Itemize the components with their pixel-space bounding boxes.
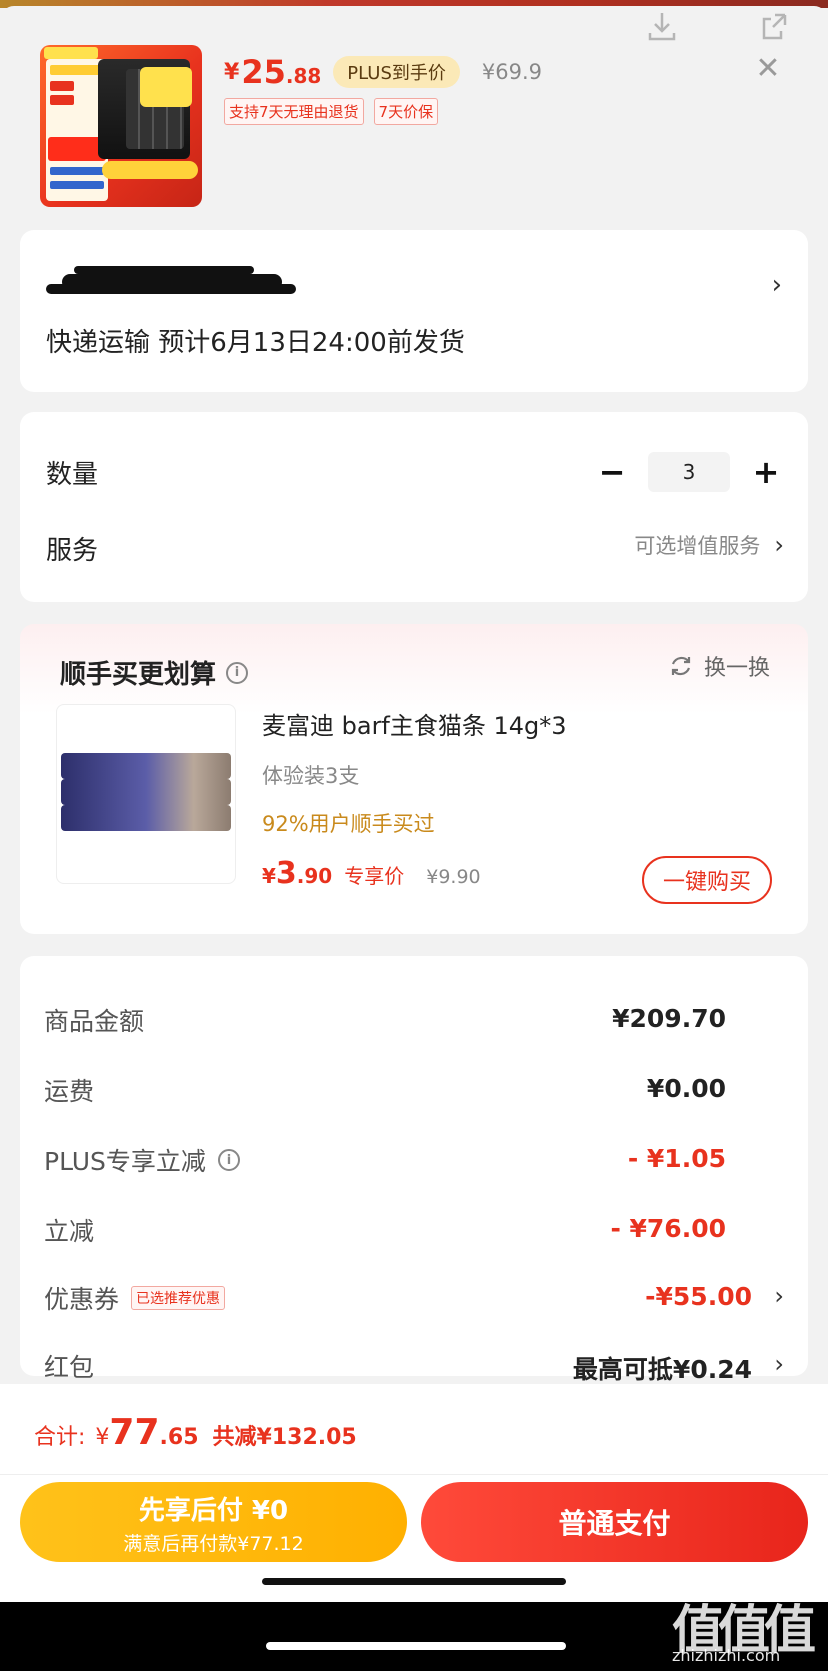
summary-row-plus-discount: PLUS专享立减 i - ¥1.05 [20, 1142, 808, 1182]
summary-value: ¥209.70 [612, 1004, 726, 1033]
sheet-top [0, 6, 828, 20]
total-decimal: .65 [159, 1425, 199, 1450]
summary-row-instant-discount: 立减 - ¥76.00 [20, 1212, 808, 1252]
summary-label: PLUS专享立减 i [44, 1142, 240, 1178]
order-total: 合计: ¥ 77 .65 共减¥132.05 [34, 1412, 357, 1453]
recommend-title-text: 顺手买更划算 [60, 660, 217, 690]
plus-price-badge: PLUS到手价 [333, 56, 460, 88]
summary-label: 红包 [44, 1353, 95, 1382]
recommend-card: 顺手买更划算 i 换一换 麦富迪 barf主食猫条 14g*3 体验装3支 92… [20, 624, 808, 934]
summary-row-goods: 商品金额 ¥209.70 [20, 1002, 808, 1042]
system-home-indicator [266, 1642, 566, 1650]
quantity-value[interactable]: 3 [648, 452, 730, 492]
home-indicator [262, 1578, 566, 1585]
price-protect-tag: 7天价保 [373, 98, 439, 125]
original-price: ¥69.9 [481, 60, 542, 84]
pay-later-button[interactable]: 先享后付 ¥0 满意后再付款¥77.12 [20, 1482, 407, 1562]
download-icon[interactable] [642, 6, 682, 46]
share-icon[interactable] [756, 6, 796, 46]
swap-label: 换一换 [703, 656, 770, 681]
recommend-price-integer: 3 [275, 856, 297, 891]
recommend-product-image[interactable] [56, 704, 236, 884]
service-selector[interactable]: 可选增值服务 › [634, 530, 784, 560]
redacted-address [44, 262, 296, 302]
summary-value: - ¥1.05 [627, 1144, 726, 1173]
return-policy-tag: 支持7天无理由退货 [224, 98, 364, 125]
checkout-bar: 合计: ¥ 77 .65 共减¥132.05 先享后付 ¥0 满意后再付款¥77… [0, 1384, 828, 1602]
service-label: 服务 [46, 536, 99, 566]
summary-label: 商品金额 [44, 1007, 145, 1036]
total-saved: 共减¥132.05 [212, 1425, 357, 1450]
recommend-product-name[interactable]: 麦富迪 barf主食猫条 14g*3 [262, 706, 567, 741]
event-badge [44, 47, 98, 59]
summary-label: 优惠券 已选推荐优惠 [44, 1280, 226, 1316]
service-tags: 支持7天无理由退货 7天价保 [224, 98, 439, 125]
refresh-icon [671, 656, 691, 676]
options-card: 数量 − 3 + 服务 可选增值服务 › [20, 412, 808, 602]
summary-label: 运费 [44, 1077, 95, 1106]
product-thumbnail[interactable] [40, 45, 202, 207]
swap-button[interactable]: 换一换 [668, 650, 770, 682]
summary-label-text: PLUS专享立减 [44, 1147, 206, 1176]
quantity-label: 数量 [46, 460, 99, 490]
promo-strip [102, 161, 198, 179]
recommend-price-label: 专享价 [344, 864, 405, 888]
shipping-estimate: 快递运输 预计6月13日24:00前发货 [46, 328, 465, 358]
price-symbol: ¥ [224, 59, 240, 85]
summary-row-shipping: 运费 ¥0.00 [20, 1072, 808, 1112]
total-integer: 77 [109, 1412, 160, 1453]
pay-later-title: 先享后付 ¥0 [138, 1496, 289, 1526]
close-icon[interactable]: ✕ [748, 48, 788, 88]
recommend-original-price: ¥9.90 [426, 866, 481, 888]
quantity-stepper[interactable]: − 3 + [592, 452, 786, 492]
chevron-right-icon: › [774, 531, 784, 559]
recommend-price-symbol: ¥ [262, 864, 276, 888]
plus-button[interactable]: + [746, 452, 786, 492]
info-icon[interactable]: i [226, 661, 249, 684]
total-label: 合计: [34, 1425, 86, 1450]
coupon-selected-tag: 已选推荐优惠 [131, 1286, 226, 1310]
normal-pay-button[interactable]: 普通支付 [421, 1482, 808, 1562]
summary-label-text: 优惠券 [44, 1285, 120, 1314]
price-decimal: .88 [285, 64, 322, 88]
promo-tag [140, 67, 192, 107]
minus-button[interactable]: − [592, 452, 632, 492]
price-summary-card: 商品金额 ¥209.70 运费 ¥0.00 PLUS专享立减 i - ¥1.05… [20, 956, 808, 1384]
service-value: 可选增值服务 [634, 534, 761, 558]
summary-value: - ¥76.00 [610, 1214, 726, 1243]
price-row: ¥ 25 .88 PLUS到手价 ¥69.9 [224, 52, 542, 92]
address-card[interactable]: › 快递运输 预计6月13日24:00前发货 [20, 230, 808, 392]
one-click-buy-button[interactable]: 一键购买 [642, 856, 772, 904]
summary-row-coupon[interactable]: 优惠券 已选推荐优惠 -¥55.00 › [20, 1280, 808, 1320]
summary-value: 最高可抵¥0.24 [572, 1355, 752, 1384]
recommend-product-spec: 体验装3支 [262, 764, 360, 788]
info-icon[interactable]: i [217, 1149, 240, 1171]
total-symbol: ¥ [95, 1425, 110, 1450]
price-integer: 25 [241, 53, 286, 91]
watermark-url: zhizhizhi.com [672, 1646, 781, 1665]
summary-label: 立减 [44, 1217, 95, 1246]
recommend-title: 顺手买更划算 i [60, 654, 249, 691]
summary-value: -¥55.00 [645, 1282, 752, 1311]
checkout-sheet: ¥ 25 .88 PLUS到手价 ¥69.9 支持7天无理由退货 7天价保 ✕ … [0, 0, 828, 1602]
summary-row-red-packet[interactable]: 红包 最高可抵¥0.24 › [20, 1348, 808, 1388]
pay-later-subtitle: 满意后再付款¥77.12 [123, 1533, 304, 1555]
summary-value: ¥0.00 [646, 1074, 726, 1103]
recommend-popularity: 92%用户顺手买过 [262, 812, 435, 836]
chevron-right-icon: › [771, 270, 782, 300]
chevron-right-icon: › [774, 1350, 784, 1378]
divider [0, 1474, 828, 1475]
recommend-price-decimal: .90 [296, 864, 333, 888]
chevron-right-icon: › [774, 1282, 784, 1310]
recommend-price: ¥ 3 .90 专享价 ¥9.90 [262, 856, 481, 891]
